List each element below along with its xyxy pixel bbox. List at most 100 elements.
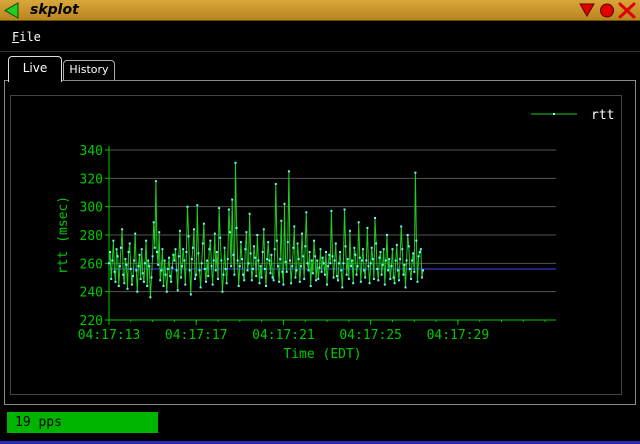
rtt-point	[110, 277, 113, 280]
rtt-point	[245, 231, 248, 234]
rtt-point	[142, 280, 145, 283]
rtt-point	[357, 221, 360, 224]
y-axis-label: rtt (msec)	[56, 196, 71, 274]
rtt-point	[339, 251, 342, 253]
rtt-point	[420, 276, 423, 279]
rtt-point	[318, 266, 321, 269]
rtt-point	[331, 255, 334, 258]
maximize-icon[interactable]	[600, 3, 614, 18]
rtt-point	[297, 258, 300, 261]
rtt-point	[414, 171, 417, 174]
rtt-point	[141, 272, 144, 275]
y-tick-label: 260	[80, 257, 103, 272]
x-tick-label: 04:17:21	[252, 328, 315, 343]
rtt-point	[218, 207, 221, 210]
rtt-point	[194, 277, 197, 280]
rtt-point	[164, 273, 167, 276]
rtt-point	[261, 251, 264, 253]
rtt-point	[387, 269, 390, 272]
rtt-point	[338, 262, 340, 265]
rtt-point	[191, 246, 194, 249]
rtt-point	[180, 276, 182, 279]
rtt-point	[176, 289, 179, 292]
rtt-point	[269, 272, 272, 275]
rtt-point	[372, 277, 375, 280]
rtt-point	[374, 217, 376, 219]
tab-live[interactable]: Live	[8, 56, 62, 82]
rtt-point	[227, 208, 230, 211]
rtt-point	[221, 290, 224, 293]
rtt-point	[390, 265, 393, 268]
rtt-point	[365, 259, 368, 262]
rtt-point	[115, 248, 118, 251]
rtt-point	[129, 268, 132, 270]
rtt-point	[133, 259, 136, 262]
rtt-point	[368, 282, 371, 285]
rtt-point	[344, 245, 347, 248]
rtt-point	[232, 253, 235, 256]
legend-label: rtt	[591, 108, 614, 123]
rtt-point	[154, 180, 157, 183]
close-icon[interactable]	[618, 2, 636, 19]
y-tick-label: 240	[80, 286, 103, 301]
rtt-point	[246, 269, 249, 272]
rtt-point	[282, 283, 285, 286]
rtt-point	[313, 239, 315, 242]
rtt-point	[413, 270, 416, 273]
rtt-point	[153, 246, 156, 249]
rtt-point	[163, 259, 166, 262]
rtt-point	[235, 226, 238, 229]
rtt-point	[116, 255, 119, 258]
window-titlebar[interactable]: skplot	[0, 0, 640, 21]
rtt-point	[203, 268, 206, 270]
rtt-point	[355, 273, 358, 276]
rtt-point	[255, 275, 258, 278]
rtt-point	[393, 282, 396, 285]
rtt-point	[243, 279, 246, 282]
rtt-point	[257, 259, 260, 262]
window-menu-icon[interactable]	[3, 2, 21, 19]
minimize-icon[interactable]	[579, 3, 595, 17]
rtt-point	[195, 273, 198, 276]
rtt-point	[147, 259, 150, 262]
rtt-point	[152, 221, 155, 224]
rtt-point	[187, 235, 190, 238]
rtt-point	[199, 286, 202, 289]
rtt-point	[298, 280, 301, 283]
rtt-point	[320, 270, 323, 273]
rtt-point	[327, 265, 330, 268]
y-tick-label: 220	[80, 314, 103, 329]
rtt-point	[120, 246, 122, 249]
rtt-point	[363, 269, 366, 272]
rtt-point	[217, 277, 219, 280]
rtt-point	[402, 273, 405, 276]
rtt-point	[301, 232, 303, 235]
rtt-point	[162, 285, 165, 287]
rtt-point	[250, 279, 253, 282]
menu-file-rest: ile	[19, 30, 41, 44]
rtt-point	[293, 225, 296, 228]
menu-file[interactable]: File	[12, 30, 41, 44]
rtt-point	[329, 262, 332, 265]
packet-rate-indicator: 19 pps	[7, 412, 158, 433]
x-tick-label: 04:17:17	[165, 328, 228, 343]
rtt-point	[202, 222, 205, 225]
rtt-point	[241, 258, 243, 261]
rtt-point	[156, 251, 158, 253]
rtt-point	[251, 268, 254, 270]
rtt-point	[158, 231, 161, 234]
rtt-point	[157, 263, 160, 266]
rtt-point	[130, 283, 133, 286]
tab-history[interactable]: History	[63, 60, 115, 80]
x-tick-label: 04:17:13	[78, 328, 141, 343]
rtt-point	[260, 276, 263, 279]
rtt-point	[182, 248, 185, 251]
rtt-point	[190, 258, 193, 261]
rtt-point	[151, 255, 154, 258]
rtt-point	[165, 290, 168, 293]
rtt-point	[138, 253, 141, 256]
x-tick-label: 04:17:29	[427, 328, 490, 343]
rtt-point	[111, 259, 114, 262]
rtt-point	[289, 259, 291, 262]
rtt-point	[212, 259, 215, 262]
